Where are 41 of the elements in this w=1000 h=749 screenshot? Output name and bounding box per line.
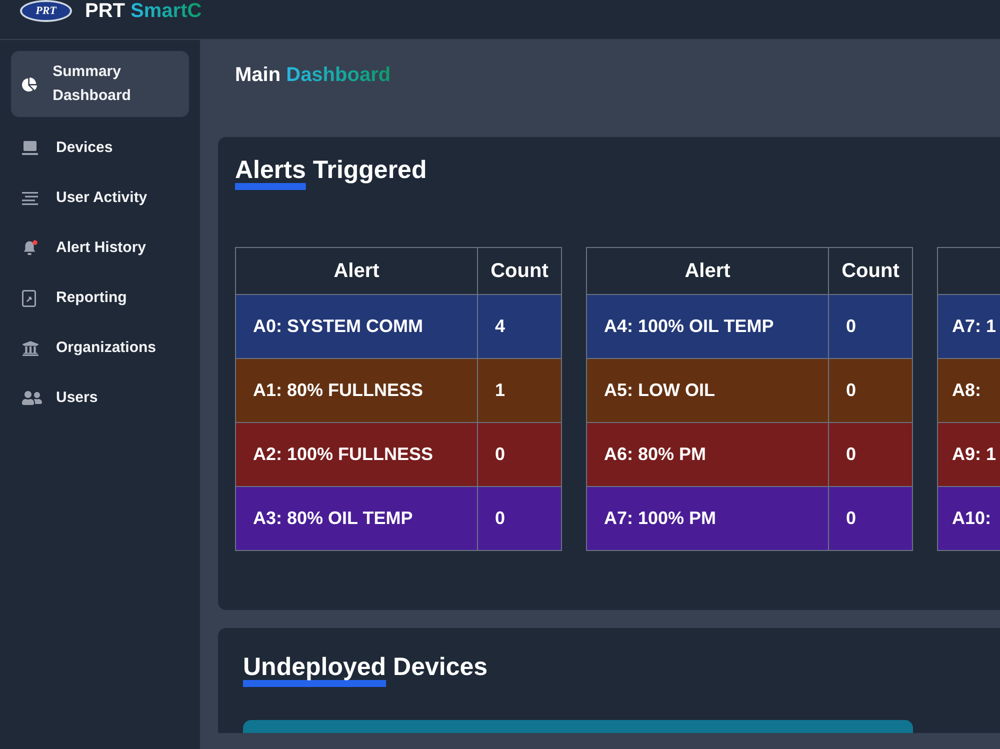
column-header: Count	[828, 248, 912, 294]
table-cell: 0	[478, 422, 562, 486]
column-header: Alert	[586, 248, 828, 294]
table-cell: 0	[828, 358, 912, 422]
table-cell: A10:	[938, 486, 1000, 550]
table-cell: A5: LOW OIL	[586, 358, 828, 422]
section-title: Alerts Triggered	[235, 155, 427, 186]
sidebar-item[interactable]: Users	[11, 373, 189, 423]
table-cell: A7: 1	[938, 294, 1000, 358]
sidebar-item[interactable]: User Activity	[11, 173, 189, 223]
document-icon	[22, 290, 36, 306]
table-cell: A4: 100% OIL TEMP	[586, 294, 828, 358]
section-title: Undeployed Devices	[243, 652, 488, 683]
table-cell: A0: SYSTEM COMM	[236, 294, 478, 358]
logo: PRT	[20, 0, 72, 22]
table-cell: 0	[828, 486, 912, 550]
pie-chart-icon	[22, 76, 37, 92]
sidebar-item[interactable]: Devices	[11, 123, 189, 173]
column-header: Alert	[236, 248, 478, 294]
bell-icon	[22, 240, 38, 256]
building-icon	[22, 340, 39, 356]
table-cell: A3: 80% OIL TEMP	[236, 486, 478, 550]
table-cell: 0	[828, 294, 912, 358]
sidebar-item[interactable]: Organizations	[11, 323, 189, 373]
sidebar-item[interactable]: Alert History	[11, 223, 189, 273]
column-header: Count	[478, 248, 562, 294]
sidebar-item[interactable]: Summary Dashboard	[11, 51, 189, 117]
table-cell: 4	[478, 294, 562, 358]
sidebar-item[interactable]: Reporting	[11, 273, 189, 323]
table-cell: 0	[478, 486, 562, 550]
table-cell: 1	[478, 358, 562, 422]
table-cell: A2: 100% FULLNESS	[236, 422, 478, 486]
users-icon	[22, 390, 42, 406]
table-cell: 0	[828, 422, 912, 486]
lines-icon	[22, 192, 38, 204]
laptop-icon	[22, 141, 38, 155]
table-cell: A7: 100% PM	[586, 486, 828, 550]
table-cell: A6: 80% PM	[586, 422, 828, 486]
table-cell: A9: 1	[938, 422, 1000, 486]
table-cell: A8:	[938, 358, 1000, 422]
table-cell: A1: 80% FULLNESS	[236, 358, 478, 422]
